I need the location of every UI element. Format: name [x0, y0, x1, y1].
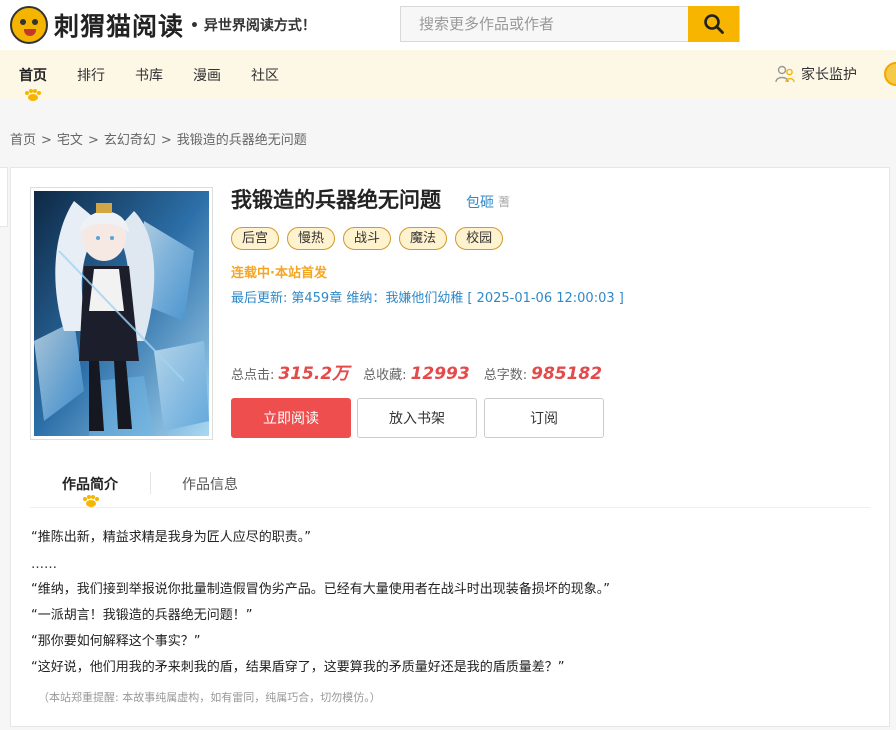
tab-info[interactable]: 作品信息: [182, 474, 238, 494]
tag-item[interactable]: 后宫: [231, 227, 280, 250]
search-input[interactable]: [401, 7, 690, 41]
breadcrumb: 首页 > 宅文 > 玄幻奇幻 > 我锻造的兵器绝无问题: [10, 133, 307, 148]
breadcrumb-subcategory[interactable]: 玄幻奇幻: [104, 133, 156, 148]
parent-control-link[interactable]: 家长监护: [775, 64, 857, 84]
intro-line: “维纳，我们接到举报说你批量制造假冒伪劣产品。已经有大量使用者在战斗时出现装备损…: [31, 582, 610, 597]
breadcrumb-category[interactable]: 宅文: [57, 133, 83, 148]
search-box: [400, 6, 740, 42]
subscribe-button[interactable]: 订阅: [484, 398, 604, 438]
latest-update[interactable]: 最后更新: 第459章 维纳：我嫌他们幼稚 [ 2025-01-06 12:00:0…: [231, 287, 628, 306]
intro-line: “这好说，他们用我的矛来刺我的盾，结果盾穿了，这要算我的矛质量好还是我的盾质量差…: [31, 660, 565, 675]
nav-item-rank[interactable]: 排行: [77, 65, 105, 85]
book-cover[interactable]: [30, 187, 213, 440]
nav-item-library[interactable]: 书库: [135, 65, 163, 85]
update-chapter[interactable]: 第459章 维纳：我嫌他们幼稚: [291, 291, 463, 306]
clicks-label: 总点击:: [231, 368, 275, 383]
logo-title: 刺猬猫阅读: [54, 12, 185, 41]
add-to-shelf-button[interactable]: 放入书架: [357, 398, 477, 438]
side-tab[interactable]: [0, 167, 8, 227]
intro-line: ……: [31, 557, 57, 572]
nav-item-label: 首页: [19, 68, 47, 84]
disclaimer-notice: （本站郑重提醒: 本故事纯属虚构，如有雷同，纯属巧合，切勿模仿。）: [38, 691, 381, 704]
book-intro: “推陈出新，精益求精是我身为匠人应尽的职责。” …… “维纳，我们接到举报说你批…: [31, 528, 871, 684]
search-button[interactable]: [688, 6, 739, 42]
book-title: 我锻造的兵器绝无问题: [231, 188, 441, 212]
author-badge: 蓍: [498, 195, 511, 209]
paw-icon: [83, 495, 99, 507]
logo-slogan: • 异世界阅读方式！: [190, 18, 316, 34]
paw-icon: [25, 89, 41, 101]
parent-icon: [775, 65, 795, 83]
words-value: 985182: [531, 364, 603, 384]
words-label: 总字数:: [483, 368, 528, 383]
parent-control-label: 家长监护: [801, 67, 857, 83]
tag-item[interactable]: 战斗: [343, 227, 392, 250]
clicks-value: 315.2万: [278, 364, 350, 384]
site-header: 刺猬猫阅读 • 异世界阅读方式！: [0, 0, 896, 50]
intro-line: “推陈出新，精益求精是我身为匠人应尽的职责。”: [31, 530, 311, 545]
breadcrumb-home[interactable]: 首页: [10, 133, 36, 148]
search-icon: [703, 14, 724, 34]
author-link[interactable]: 包砸: [466, 192, 494, 212]
nav-item-community[interactable]: 社区: [251, 65, 279, 85]
nav-item-comics[interactable]: 漫画: [193, 65, 221, 85]
tag-list: 后宫 慢热 战斗 魔法 校园: [231, 227, 511, 250]
nav-item-home[interactable]: 首页: [19, 65, 47, 101]
tab-intro[interactable]: 作品简介: [62, 474, 118, 494]
favorites-value: 12993: [410, 364, 470, 384]
update-time: [ 2025-01-06 12:00:03 ]: [467, 291, 624, 306]
read-now-button[interactable]: 立即阅读: [231, 398, 351, 438]
book-stats: 总点击: 315.2万 总收藏: 12993 总字数: 985182: [231, 359, 616, 384]
hedgehog-cat-icon: [10, 6, 48, 44]
tag-item[interactable]: 慢热: [287, 227, 336, 250]
site-logo[interactable]: 刺猬猫阅读 • 异世界阅读方式！: [10, 5, 316, 45]
book-cover-image: [34, 191, 209, 436]
favorites-label: 总收藏:: [363, 368, 407, 383]
breadcrumb-current: 我锻造的兵器绝无问题: [176, 133, 307, 148]
detail-tabs: 作品简介 作品信息: [30, 470, 870, 508]
tab-divider: [150, 472, 151, 494]
intro-line: “那你要如何解释这个事实？”: [31, 634, 201, 649]
update-label: 最后更新:: [231, 291, 288, 306]
coin-icon[interactable]: [884, 62, 896, 86]
intro-line: “一派胡言！我锻造的兵器绝无问题！”: [31, 608, 253, 623]
tag-item[interactable]: 魔法: [399, 227, 448, 250]
main-nav: 首页 排行 书库 漫画 社区 家长监护: [0, 50, 896, 101]
serial-status: 连载中·本站首发: [231, 266, 327, 281]
tag-item[interactable]: 校园: [455, 227, 504, 250]
